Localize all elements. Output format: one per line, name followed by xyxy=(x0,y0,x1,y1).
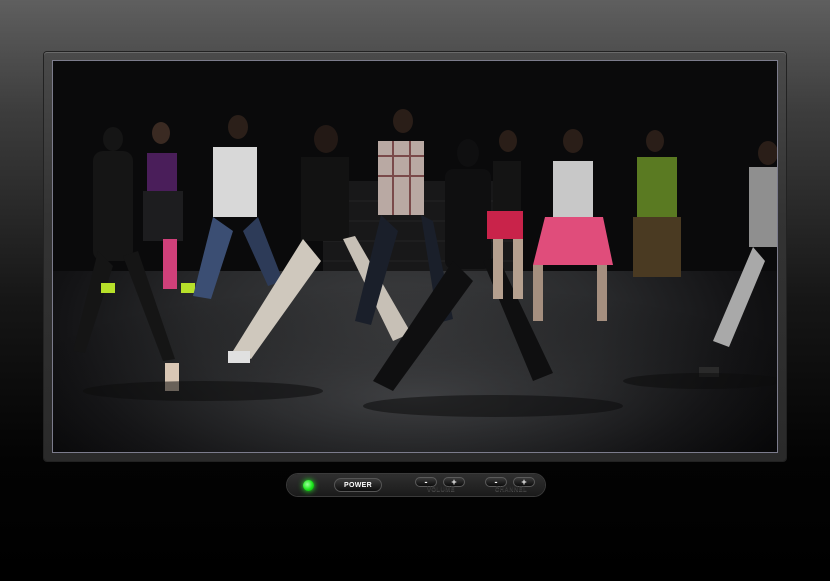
video-frame xyxy=(53,61,777,452)
channel-up-button[interactable]: + xyxy=(513,477,535,487)
channel-label: CHANNEL xyxy=(494,487,528,493)
video-screen[interactable] xyxy=(52,60,778,453)
channel-down-button[interactable]: - xyxy=(485,477,507,487)
power-led-icon xyxy=(303,480,314,491)
power-button[interactable]: POWER xyxy=(334,478,382,492)
tv-control-panel: POWER - + VOLUME - + CHANNEL xyxy=(287,474,545,496)
volume-up-button[interactable]: + xyxy=(443,477,465,487)
volume-down-button[interactable]: - xyxy=(415,477,437,487)
volume-label: VOLUME xyxy=(426,487,456,493)
tv-bezel xyxy=(44,52,786,461)
